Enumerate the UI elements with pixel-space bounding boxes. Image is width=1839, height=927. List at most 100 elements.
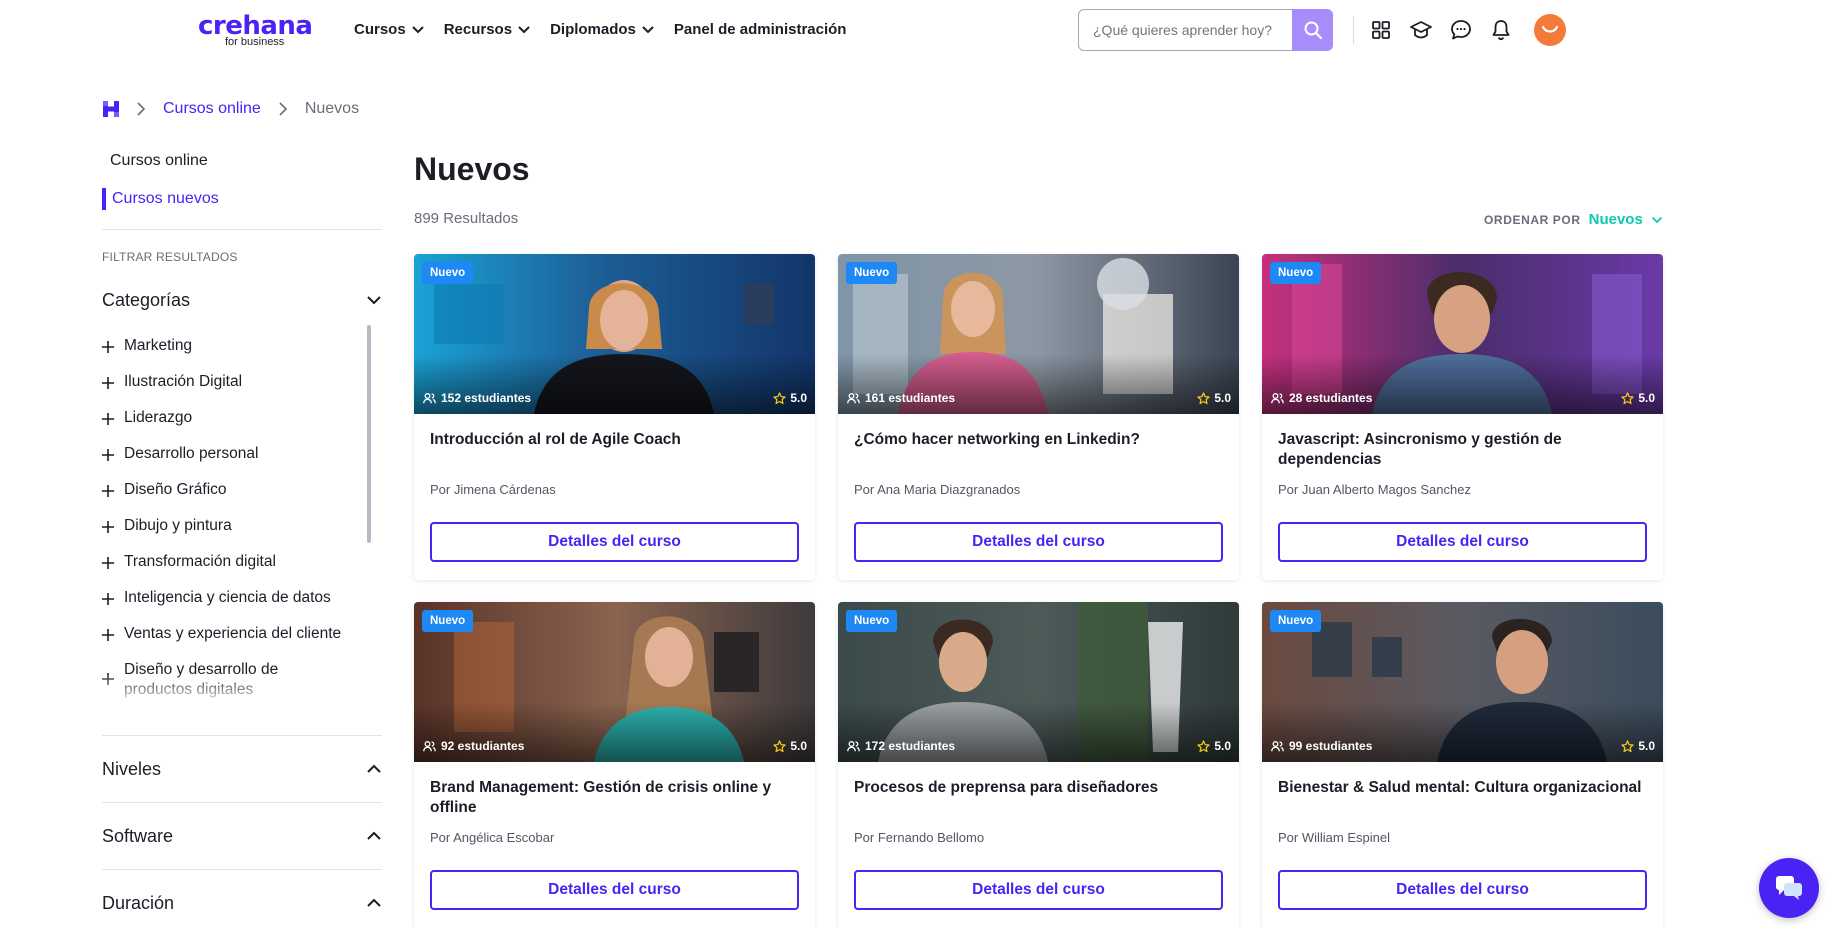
accordion-categorias[interactable]: Categorías: [102, 287, 382, 313]
plus-icon: [102, 557, 114, 569]
user-avatar[interactable]: [1534, 14, 1566, 46]
nav-panel-administracion[interactable]: Panel de administración: [674, 20, 847, 40]
category-item[interactable]: Diseño Gráfico: [102, 480, 364, 516]
plus-icon: [102, 341, 114, 353]
course-details-button[interactable]: Detalles del curso: [1278, 522, 1647, 562]
sort-value[interactable]: Nuevos: [1589, 211, 1643, 228]
chevron-up-icon: [367, 898, 381, 907]
category-item[interactable]: Ilustración Digital: [102, 372, 364, 408]
new-badge: Nuevo: [1270, 262, 1322, 284]
course-author: Por Fernando Bellomo: [854, 830, 985, 845]
course-rating: 5.0: [773, 391, 807, 405]
course-title[interactable]: Procesos de preprensa para diseñadores: [854, 778, 1224, 798]
course-details-button[interactable]: Detalles del curso: [430, 870, 799, 910]
students-label: 161 estudiantes: [865, 391, 956, 405]
category-item[interactable]: Ventas y experiencia del cliente: [102, 624, 364, 660]
new-badge: Nuevo: [422, 262, 474, 284]
nav-recursos-label: Recursos: [443, 21, 513, 38]
course-author: Por Angélica Escobar: [430, 830, 555, 845]
chat-widget-button[interactable]: [1759, 858, 1819, 918]
course-details-button[interactable]: Detalles del curso: [430, 522, 799, 562]
nav-cursos[interactable]: Cursos: [354, 20, 425, 40]
course-title[interactable]: Javascript: Asincronismo y gestión de de…: [1278, 430, 1648, 470]
rating-value: 5.0: [790, 739, 807, 753]
course-card[interactable]: Nuevo 92 estudiantes 5.0 Brand Managemen…: [414, 602, 815, 927]
course-thumbnail[interactable]: Nuevo 161 estudiantes 5.0: [838, 254, 1239, 414]
users-icon: [423, 740, 436, 751]
graduation-cap-icon[interactable]: [1409, 18, 1433, 42]
category-item[interactable]: Marketing: [102, 336, 364, 372]
results-count: 899 Resultados: [414, 210, 519, 227]
users-icon: [1271, 392, 1284, 403]
new-badge: Nuevo: [846, 610, 898, 632]
search-input[interactable]: [1078, 9, 1294, 51]
users-icon: [847, 392, 860, 403]
course-details-button[interactable]: Detalles del curso: [854, 870, 1223, 910]
rating-value: 5.0: [1214, 739, 1231, 753]
sort-label: ORDENAR POR: [1484, 212, 1581, 227]
course-details-button[interactable]: Detalles del curso: [854, 522, 1223, 562]
chat-bubble-icon[interactable]: [1449, 18, 1473, 42]
bell-icon[interactable]: [1489, 18, 1513, 42]
course-thumbnail[interactable]: Nuevo 99 estudiantes 5.0: [1262, 602, 1663, 762]
sort-control[interactable]: ORDENAR POR Nuevos: [1484, 211, 1663, 228]
crehana-logo[interactable]: crehana for business: [198, 12, 318, 48]
nav-recursos[interactable]: Recursos: [444, 20, 531, 40]
thumbnail-shade: [1262, 702, 1663, 762]
category-item[interactable]: Inteligencia y ciencia de datos: [102, 588, 364, 624]
home-logo-icon[interactable]: [102, 100, 120, 118]
category-label: Ilustración Digital: [124, 373, 243, 390]
nav-diplomados[interactable]: Diplomados: [550, 20, 655, 40]
course-thumbnail[interactable]: Nuevo 92 estudiantes 5.0: [414, 602, 815, 762]
new-badge: Nuevo: [422, 610, 474, 632]
star-icon: [1197, 739, 1210, 752]
course-thumbnail[interactable]: Nuevo 172 estudiantes 5.0: [838, 602, 1239, 762]
accordion-duracion[interactable]: Duración: [102, 890, 382, 916]
chevron-down-icon: [411, 26, 424, 34]
sidebar-link-cursos-online[interactable]: Cursos online: [102, 150, 382, 172]
category-label: Marketing: [124, 337, 193, 354]
category-scrollbar[interactable]: [367, 325, 371, 543]
course-card[interactable]: Nuevo 172 estudiantes 5.0 Procesos de pr…: [838, 602, 1239, 927]
top-header: crehana for business Cursos Recursos Dip…: [0, 0, 1839, 60]
course-card[interactable]: Nuevo 161 estudiantes 5.0 ¿Cómo hacer ne…: [838, 254, 1239, 580]
sidebar-link-cursos-nuevos[interactable]: Cursos nuevos: [102, 188, 382, 210]
course-title[interactable]: ¿Cómo hacer networking en Linkedin?: [854, 430, 1224, 450]
nav-cursos-label: Cursos: [354, 21, 406, 38]
category-label: Desarrollo personal: [124, 445, 259, 462]
star-icon: [1621, 739, 1634, 752]
accordion-software[interactable]: Software: [102, 823, 382, 849]
category-item[interactable]: Transformación digital: [102, 552, 364, 588]
thumbnail-shade: [838, 354, 1239, 414]
course-card[interactable]: Nuevo 152 estudiantes 5.0 Introducción a…: [414, 254, 815, 580]
category-label: Transformación digital: [124, 553, 276, 570]
course-card[interactable]: Nuevo 99 estudiantes 5.0 Bienestar & Sal…: [1262, 602, 1663, 927]
category-label: Dibujo y pintura: [124, 517, 232, 534]
sidebar-links: Cursos online Cursos nuevos: [102, 150, 382, 210]
rating-value: 5.0: [1214, 391, 1231, 405]
course-thumbnail[interactable]: Nuevo 152 estudiantes 5.0: [414, 254, 815, 414]
course-title[interactable]: Bienestar & Salud mental: Cultura organi…: [1278, 778, 1648, 798]
logo-tagline: for business: [225, 36, 285, 48]
category-label: Inteligencia y ciencia de datos: [124, 589, 331, 606]
main-nav: Cursos Recursos Diplomados Panel de admi…: [354, 20, 865, 40]
course-title[interactable]: Brand Management: Gestión de crisis onli…: [430, 778, 800, 818]
category-item[interactable]: Liderazgo: [102, 408, 364, 444]
grid-icon[interactable]: [1369, 18, 1393, 42]
plus-icon: [102, 673, 114, 685]
accordion-niveles[interactable]: Niveles: [102, 756, 382, 782]
category-item[interactable]: Diseño y desarrollo de productos digital…: [102, 660, 364, 704]
breadcrumb: Cursos online Nuevos: [102, 98, 359, 120]
breadcrumb-cursos-online[interactable]: Cursos online: [163, 100, 261, 118]
course-card[interactable]: Nuevo 28 estudiantes 5.0 Javascript: Asi…: [1262, 254, 1663, 580]
category-item[interactable]: Desarrollo personal: [102, 444, 364, 480]
course-thumbnail[interactable]: Nuevo 28 estudiantes 5.0: [1262, 254, 1663, 414]
divider: [102, 869, 382, 870]
rating-value: 5.0: [790, 391, 807, 405]
course-title[interactable]: Introducción al rol de Agile Coach: [430, 430, 800, 450]
search-button[interactable]: [1292, 9, 1333, 51]
course-details-button[interactable]: Detalles del curso: [1278, 870, 1647, 910]
category-item[interactable]: Dibujo y pintura: [102, 516, 364, 552]
accordion-title: Software: [102, 825, 174, 846]
plus-icon: [102, 449, 114, 461]
